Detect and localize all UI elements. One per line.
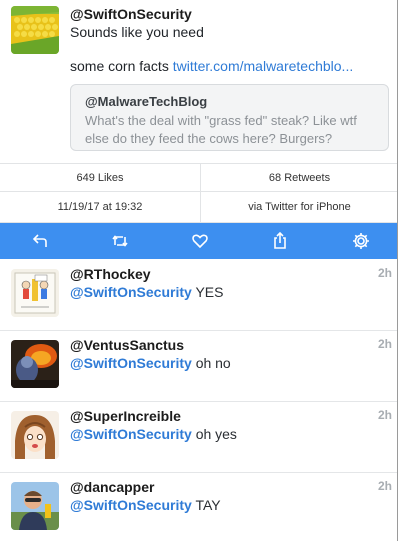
avatar-corn[interactable]	[11, 6, 59, 54]
reply-mention[interactable]: @SwiftOnSecurity	[70, 355, 192, 371]
reply-item[interactable]: @dancapper 2h @SwiftOnSecurity TAY	[0, 472, 398, 541]
reply-message: TAY	[195, 497, 221, 513]
tweet-link[interactable]: twitter.com/malwaretechblo...	[173, 58, 354, 74]
tweet-timestamp: 11/19/17 at 19:32	[0, 192, 201, 222]
likes-count[interactable]: 649 Likes	[0, 164, 201, 191]
reply-handle[interactable]: @SuperIncreible	[70, 408, 181, 424]
avatar-superincreible[interactable]	[11, 411, 59, 459]
avatar-ventussanctus[interactable]	[11, 340, 59, 388]
share-icon[interactable]	[262, 223, 298, 259]
reply-time: 2h	[377, 408, 392, 422]
retweets-count[interactable]: 68 Retweets	[201, 164, 398, 191]
quoted-tweet-handle: @MalwareTechBlog	[85, 94, 208, 109]
reply-message: YES	[195, 284, 224, 300]
reply-time: 2h	[377, 266, 392, 280]
window-edge	[397, 0, 403, 541]
gear-icon[interactable]	[343, 223, 379, 259]
avatar-dancapper[interactable]	[11, 482, 59, 530]
main-tweet: @SwiftOnSecurity Sounds like you need so…	[0, 0, 398, 163]
reply-item[interactable]: @RThockey 2h @SwiftOnSecurity YES	[0, 259, 398, 331]
quoted-tweet-text: What's the deal with "grass fed" steak? …	[85, 113, 357, 146]
tweet-author-handle[interactable]: @SwiftOnSecurity	[70, 6, 192, 22]
retweet-icon[interactable]	[102, 223, 138, 259]
reply-time: 2h	[377, 479, 392, 493]
reply-text: @SwiftOnSecurity YES	[70, 284, 223, 300]
quoted-tweet[interactable]: @MalwareTechBlog What's the deal with "g…	[70, 84, 389, 151]
tweet-stats: 649 Likes 68 Retweets	[0, 163, 398, 192]
reply-message: oh yes	[195, 426, 237, 442]
reply-mention[interactable]: @SwiftOnSecurity	[70, 426, 192, 442]
reply-item[interactable]: @SuperIncreible 2h @SwiftOnSecurity oh y…	[0, 401, 398, 473]
tweet-text-line1: Sounds like you need	[70, 24, 204, 40]
tweet-text-line2: some corn facts twitter.com/malwaretechb…	[70, 57, 390, 75]
reply-icon[interactable]	[22, 223, 58, 259]
reply-text: @SwiftOnSecurity TAY	[70, 497, 221, 513]
reply-mention[interactable]: @SwiftOnSecurity	[70, 497, 192, 513]
reply-handle[interactable]: @VentusSanctus	[70, 337, 184, 353]
tweet-source: via Twitter for iPhone	[248, 201, 351, 213]
tweet-text: Sounds like you need some corn facts twi…	[70, 23, 390, 75]
reply-text: @SwiftOnSecurity oh yes	[70, 426, 237, 442]
avatar-rthockey[interactable]	[11, 269, 59, 317]
reply-mention[interactable]: @SwiftOnSecurity	[70, 284, 192, 300]
reply-time: 2h	[377, 337, 392, 351]
tweet-text-line2-text: some corn facts	[70, 58, 169, 74]
tweet-action-toolbar	[0, 223, 398, 259]
heart-icon[interactable]	[182, 223, 218, 259]
reply-message: oh no	[195, 355, 231, 371]
tweet-meta: 11/19/17 at 19:32 via Twitter for iPhone	[0, 192, 398, 223]
reply-text: @SwiftOnSecurity oh no	[70, 355, 231, 371]
reply-handle[interactable]: @dancapper	[70, 479, 154, 495]
reply-item[interactable]: @VentusSanctus 2h @SwiftOnSecurity oh no	[0, 330, 398, 402]
reply-handle[interactable]: @RThockey	[70, 266, 151, 282]
